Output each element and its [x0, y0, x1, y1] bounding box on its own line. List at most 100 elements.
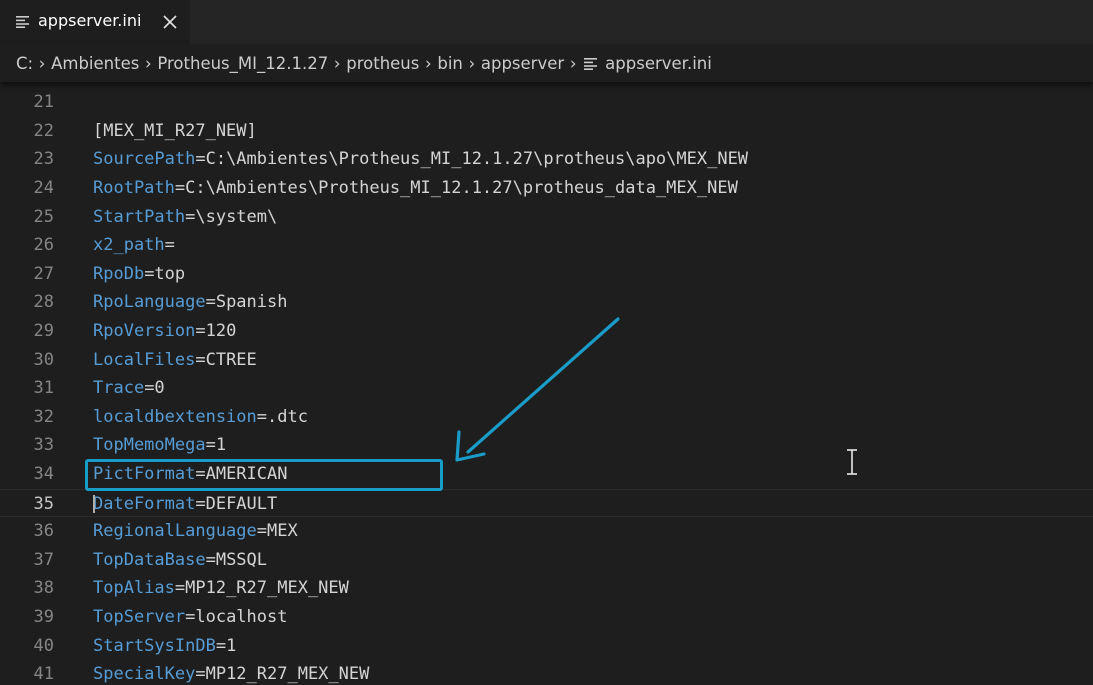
line-number: 21 [33, 92, 54, 113]
setting-value: =MP12_R27_MEX_NEW [174, 578, 349, 599]
breadcrumb-item[interactable]: protheus [346, 54, 419, 73]
code-text: [MEX_MI_R27_NEW] [93, 117, 257, 146]
code-text: SpecialKey=MP12_R27_MEX_NEW [93, 660, 369, 685]
tab-appserver-ini[interactable]: appserver.ini [0, 0, 190, 44]
tab-bar: appserver.ini [0, 0, 1093, 44]
setting-key: TopAlias [93, 578, 175, 599]
code-text: DateFormat=DEFAULT [93, 490, 277, 519]
code-line[interactable]: 22 [MEX_MI_R27_NEW] [0, 117, 1093, 146]
line-number: 26 [33, 235, 54, 256]
annotation-highlight-box [85, 459, 443, 491]
code-text: Trace=0 [93, 374, 165, 403]
code-text: LocalFiles=CTREE [93, 346, 257, 375]
code-text: RegionalLanguage=MEX [93, 517, 298, 546]
code-line[interactable]: 38 TopAlias=MP12_R27_MEX_NEW [0, 574, 1093, 603]
setting-key: TopDataBase [93, 549, 206, 570]
code-text: RpoLanguage=Spanish [93, 288, 287, 317]
breadcrumb-item[interactable]: C: [16, 54, 33, 73]
code-line[interactable]: 36 RegionalLanguage=MEX [0, 517, 1093, 546]
chevron-right-icon: › [468, 53, 476, 73]
setting-value: =DEFAULT [195, 493, 278, 514]
code-text: localdbextension=.dtc [93, 403, 308, 432]
code-line[interactable]: 29 RpoVersion=120 [0, 317, 1093, 346]
line-number: 34 [33, 464, 54, 484]
setting-value: [MEX_MI_R27_NEW] [93, 120, 257, 141]
setting-value: =Spanish [205, 292, 288, 313]
setting-key: Trace [93, 378, 145, 399]
code-text: TopAlias=MP12_R27_MEX_NEW [93, 574, 349, 603]
line-number: 22 [33, 120, 54, 141]
setting-key: RpoLanguage [93, 292, 206, 313]
breadcrumb: C: › Ambientes › Protheus_MI_12.1.27 › protheu… [0, 44, 1093, 82]
line-number: 35 [33, 493, 54, 514]
setting-value: =MP12_R27_MEX_NEW [195, 664, 370, 685]
code-line[interactable]: 35 DateFormat=DEFAULT [0, 488, 1093, 519]
code-line[interactable]: 32 localdbextension=.dtc [0, 403, 1093, 432]
setting-key: TopServer [93, 607, 186, 627]
setting-key: RootPath [93, 178, 175, 198]
lines-file-icon [16, 16, 29, 28]
tab-label: appserver.ini [38, 11, 142, 30]
line-number: 24 [33, 178, 54, 198]
code-line[interactable]: 23 SourcePath=C:\Ambientes\Protheus_MI_12… [0, 145, 1093, 174]
chevron-right-icon: › [38, 53, 46, 73]
code-line[interactable]: 24 RootPath=C:\Ambientes\Protheus_MI_12.1… [0, 174, 1093, 203]
lines-file-icon [584, 57, 598, 70]
setting-value: =localhost [185, 607, 288, 627]
setting-value: =top [144, 263, 186, 284]
code-line[interactable]: 27 RpoDb=top [0, 260, 1093, 289]
code-line[interactable]: 40 StartSysInDB=1 [0, 632, 1093, 661]
code-line[interactable]: 37 TopDataBase=MSSQL [0, 546, 1093, 575]
breadcrumb-item[interactable]: appserver [481, 54, 564, 73]
line-number: 29 [33, 321, 54, 341]
code-line[interactable]: 25 StartPath=\system\ [0, 203, 1093, 232]
setting-key: LocalFiles [93, 349, 196, 370]
setting-key: x2_path [93, 235, 165, 256]
setting-value: =MEX [256, 521, 298, 542]
chevron-right-icon: › [333, 53, 341, 73]
code-line[interactable]: 30 LocalFiles=CTREE [0, 346, 1093, 375]
setting-key: DateFormat [93, 493, 196, 514]
code-line[interactable]: 41 SpecialKey=MP12_R27_MEX_NEW [0, 660, 1093, 685]
setting-value: = [164, 235, 175, 256]
chevron-right-icon: › [569, 53, 577, 73]
setting-key: StartPath [93, 206, 186, 227]
code-line[interactable]: 28 RpoLanguage=Spanish [0, 288, 1093, 317]
code-text: TopDataBase=MSSQL [93, 546, 267, 575]
code-text: StartSysInDB=1 [93, 632, 236, 661]
code-text: RootPath=C:\Ambientes\Protheus_MI_12.1.2… [93, 174, 738, 203]
line-number: 33 [33, 435, 54, 456]
editor-window: appserver.ini C: › Ambientes › Protheus_MI_1… [0, 0, 1093, 685]
setting-value: =1 [215, 635, 237, 656]
setting-value: =.dtc [256, 406, 308, 427]
breadcrumb-item[interactable]: Ambientes [51, 54, 139, 73]
breadcrumb-file[interactable]: appserver.ini [582, 54, 712, 73]
breadcrumb-file-label: appserver.ini [605, 53, 712, 73]
code-line[interactable]: 31 Trace=0 [0, 374, 1093, 403]
code-line[interactable]: 21 [0, 88, 1093, 117]
breadcrumb-item[interactable]: bin [437, 54, 463, 73]
setting-value: =\system\ [185, 206, 278, 227]
close-icon[interactable] [160, 12, 180, 32]
setting-value: =C:\Ambientes\Protheus_MI_12.1.27\prothe… [174, 178, 738, 198]
code-editor[interactable]: 21 22 [MEX_MI_R27_NEW] 23 SourcePath=C:\Ambi… [0, 82, 1093, 685]
setting-key: RegionalLanguage [93, 521, 257, 542]
code-line[interactable]: 26 x2_path= [0, 231, 1093, 260]
chevron-right-icon: › [425, 53, 432, 73]
code-text: RpoDb=top [93, 260, 185, 289]
code-text: StartPath=\system\ [93, 203, 277, 232]
code-text: TopServer=localhost [93, 603, 287, 632]
code-text: SourcePath=C:\Ambientes\Protheus_MI_12.1… [93, 145, 748, 174]
text-cursor-icon [847, 449, 857, 475]
line-number: 25 [33, 206, 54, 227]
line-number: 32 [33, 406, 54, 427]
setting-key: RpoDb [93, 263, 145, 284]
code-text: TopMemoMega=1 [93, 431, 226, 460]
code-line[interactable]: 33 TopMemoMega=1 [0, 431, 1093, 460]
text-caret [93, 494, 95, 514]
line-number: 30 [33, 349, 54, 370]
setting-value: =1 [205, 435, 227, 456]
code-line[interactable]: 39 TopServer=localhost [0, 603, 1093, 632]
breadcrumb-item[interactable]: Protheus_MI_12.1.27 [157, 54, 328, 73]
line-number: 39 [33, 607, 54, 627]
